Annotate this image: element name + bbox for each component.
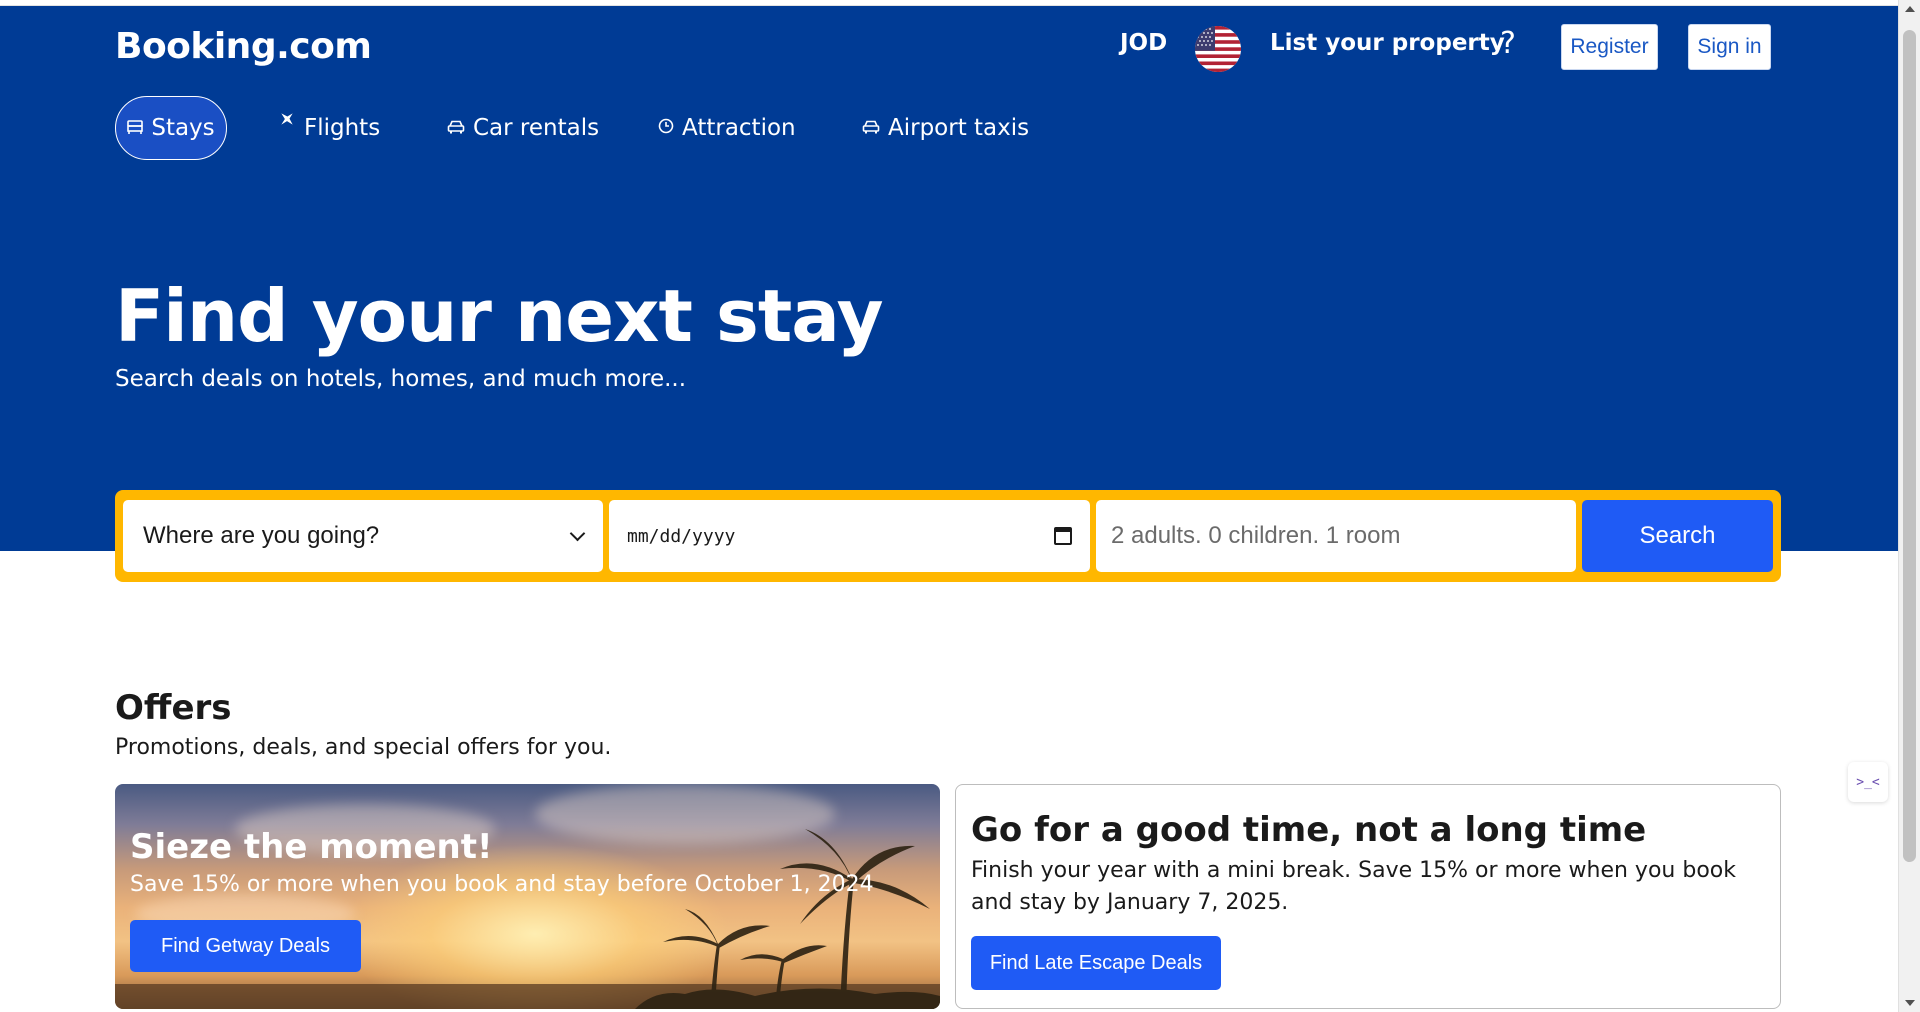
list-property-link[interactable]: List your property — [1270, 30, 1505, 56]
chevron-down-icon — [569, 525, 586, 541]
page-scrollbar[interactable] — [1898, 0, 1920, 1012]
guests-placeholder: 2 adults. 0 children. 1 room — [1111, 522, 1401, 549]
offers-title: Offers — [115, 688, 232, 728]
find-late-escape-deals-button[interactable]: Find Late Escape Deals — [971, 936, 1221, 990]
offer-card-title: Go for a good time, not a long time — [971, 810, 1647, 850]
nav-tab-airport-taxis[interactable]: Airport taxis — [862, 96, 1029, 160]
date-input[interactable]: mm/dd/yyyy — [609, 500, 1090, 572]
scroll-down-arrow-icon[interactable] — [1905, 1000, 1915, 1006]
destination-select[interactable]: Where are you going? — [123, 500, 603, 572]
nav-tab-label: Flights — [304, 115, 381, 141]
offer-card-late-escape: Go for a good time, not a long time Fini… — [955, 784, 1781, 1009]
side-widget-button[interactable]: >_< — [1848, 762, 1888, 802]
nav-tab-attraction[interactable]: Attraction — [658, 96, 796, 160]
scroll-thumb[interactable] — [1903, 30, 1916, 862]
clock-icon — [658, 118, 674, 139]
date-placeholder: mm/dd/yyyy — [627, 525, 736, 547]
offers-subtitle: Promotions, deals, and special offers fo… — [115, 735, 612, 760]
car-icon — [447, 118, 465, 139]
nav-tab-flights[interactable]: Flights — [278, 96, 380, 160]
offer-card-title: Sieze the moment! — [130, 827, 493, 867]
hero-header: Booking.com JOD List your property ? Reg… — [0, 6, 1898, 551]
sign-in-button[interactable]: Sign in — [1688, 24, 1771, 70]
offer-card-getaway: Sieze the moment! Save 15% or more when … — [115, 784, 940, 1009]
taxi-icon — [862, 118, 880, 139]
guests-input[interactable]: 2 adults. 0 children. 1 room — [1096, 500, 1576, 572]
nav-tab-label: Airport taxis — [888, 115, 1030, 141]
plane-icon — [278, 110, 296, 133]
scroll-up-arrow-icon[interactable] — [1905, 6, 1915, 12]
nav-tab-car-rentals[interactable]: Car rentals — [447, 96, 599, 160]
find-getaway-deals-button[interactable]: Find Getway Deals — [130, 920, 361, 972]
currency-selector[interactable]: JOD — [1120, 30, 1167, 56]
hero-title: Find your next stay — [115, 274, 884, 358]
nav-tab-stays[interactable]: Stays — [115, 96, 227, 160]
register-button[interactable]: Register — [1561, 24, 1658, 70]
nav-tab-label: Car rentals — [473, 115, 600, 141]
search-button[interactable]: Search — [1582, 500, 1773, 572]
nav-tab-label: Attraction — [682, 115, 796, 141]
nav-tab-label: Stays — [151, 115, 215, 141]
search-bar: Where are you going? mm/dd/yyyy 2 adults… — [115, 490, 1781, 582]
site-logo[interactable]: Booking.com — [115, 26, 372, 67]
us-flag-icon[interactable] — [1195, 26, 1241, 72]
hero-subtitle: Search deals on hotels, homes, and much … — [115, 366, 687, 392]
bed-icon — [127, 118, 144, 139]
calendar-icon[interactable] — [1054, 527, 1072, 545]
destination-value: Where are you going? — [143, 522, 380, 549]
offer-card-text: Finish your year with a mini break. Save… — [971, 858, 1736, 915]
offer-card-text: Save 15% or more when you book and stay … — [130, 872, 874, 897]
help-icon[interactable]: ? — [1500, 26, 1516, 61]
